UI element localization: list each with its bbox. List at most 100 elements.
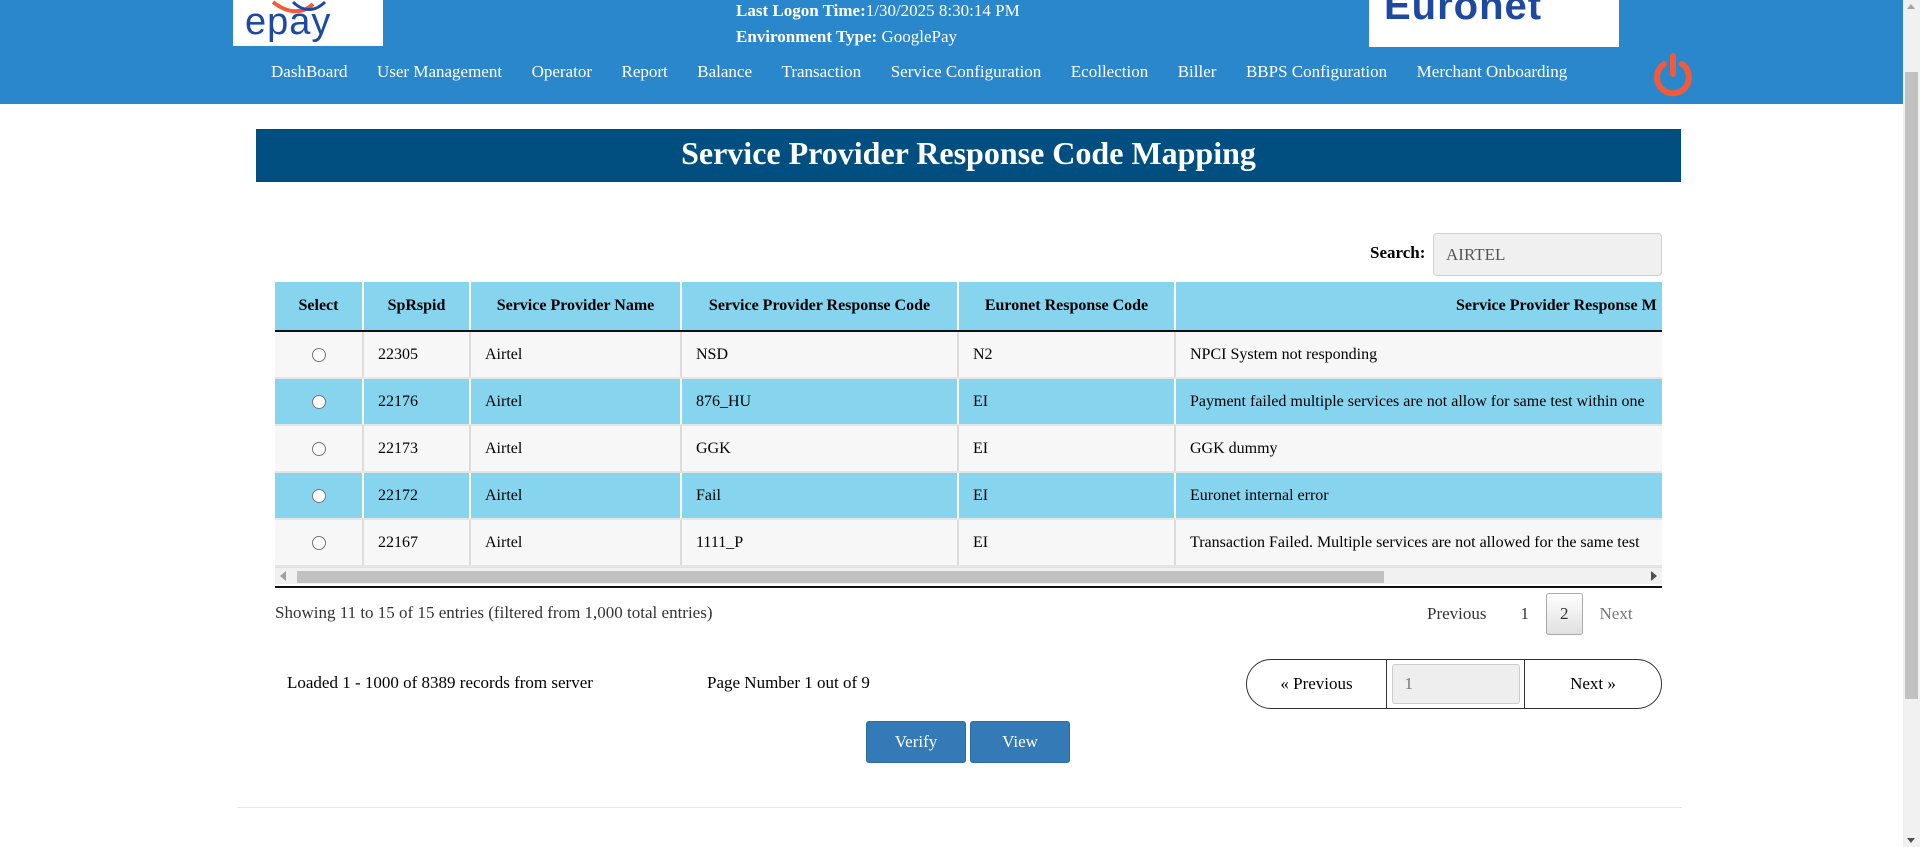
euronet-logo-text: Euronet [1384,0,1543,28]
power-icon[interactable] [1650,52,1696,98]
provider-name-cell: Airtel [470,378,682,426]
table-horizontal-scrollbar[interactable] [275,567,1662,584]
nav-item-dashboard[interactable]: DashBoard [271,60,347,84]
response-message-cell: Euronet internal error [1175,472,1662,520]
sprspid-cell: 22172 [363,472,471,520]
nav-item-user-management[interactable]: User Management [377,60,502,84]
select-cell [275,378,364,426]
scroll-down-arrow-icon[interactable] [1907,838,1915,843]
top-header: epay Last Logon Time:1/30/2025 8:30:14 P… [0,0,1920,104]
last-logon-value: 1/30/2025 8:30:14 PM [865,1,1020,20]
provider-code-cell: 1111_P [681,519,959,567]
response-message-cell: Payment failed multiple services are not… [1175,378,1662,426]
server-loaded-info: Loaded 1 - 1000 of 8389 records from ser… [287,673,593,692]
table-row: 22172 Airtel Fail EI Euronet internal er… [275,472,1662,520]
server-page-input-wrap [1387,660,1525,708]
column-header-select[interactable]: Select [275,282,364,332]
environment-value: GooglePay [881,27,958,46]
sprspid-cell: 22167 [363,519,471,567]
footer-divider [237,807,1682,808]
row-select-radio[interactable] [311,441,326,456]
pagination-next-button[interactable]: Next [1583,594,1650,634]
server-previous-button[interactable]: « Previous [1247,660,1387,708]
provider-code-cell: NSD [681,331,959,379]
table-row: 22305 Airtel NSD N2 NPCI System not resp… [275,331,1662,379]
server-next-button[interactable]: Next » [1525,660,1661,708]
column-header-service-provider-name[interactable]: Service Provider Name [470,282,682,332]
select-cell [275,519,364,567]
table-pagination: Previous 1 2 Next [1410,593,1650,635]
euronet-logo: Euronet [1369,0,1619,47]
page-title: Service Provider Response Code Mapping [256,129,1681,182]
nav-item-report[interactable]: Report [622,60,668,84]
table-row: 22176 Airtel 876_HU EI Payment failed mu… [275,378,1662,426]
table-bottom-divider [275,586,1662,588]
provider-code-cell: GGK [681,425,959,473]
row-select-radio[interactable] [311,535,326,550]
epay-logo-text: epay [245,1,332,43]
sprspid-cell: 22173 [363,425,471,473]
nav-item-balance[interactable]: Balance [697,60,752,84]
nav-item-service-configuration[interactable]: Service Configuration [891,60,1042,84]
pagination-page-1[interactable]: 1 [1504,594,1547,634]
provider-code-cell: 876_HU [681,378,959,426]
nav-item-operator[interactable]: Operator [532,60,592,84]
sprspid-cell: 22176 [363,378,471,426]
column-header-sprspid[interactable]: SpRspid [363,282,471,332]
scroll-left-arrow-icon[interactable] [280,571,286,581]
last-logon-label: Last Logon Time: [736,1,866,20]
environment-label: Environment Type: [736,27,878,46]
provider-name-cell: Airtel [470,519,682,567]
response-code-table-container: Select SpRspid Service Provider Name Ser… [275,282,1662,586]
euronet-code-cell: N2 [958,331,1176,379]
response-message-cell: Transaction Failed. Multiple services ar… [1175,519,1662,567]
column-header-euronet-response-code[interactable]: Euronet Response Code [958,282,1176,332]
column-header-service-provider-response-code[interactable]: Service Provider Response Code [681,282,959,332]
provider-code-cell: Fail [681,472,959,520]
page-vertical-scrollbar[interactable] [1903,0,1920,847]
table-row: 22167 Airtel 1111_P EI Transaction Faile… [275,519,1662,567]
response-message-cell: GGK dummy [1175,425,1662,473]
provider-name-cell: Airtel [470,331,682,379]
scroll-right-arrow-icon[interactable] [1651,571,1657,581]
nav-item-bbps-configuration[interactable]: BBPS Configuration [1246,60,1387,84]
select-cell [275,331,364,379]
epay-logo: epay [233,0,383,46]
sprspid-cell: 22305 [363,331,471,379]
nav-item-merchant-onboarding[interactable]: Merchant Onboarding [1417,60,1568,84]
table-row: 22173 Airtel GGK EI GGK dummy [275,425,1662,473]
row-select-radio[interactable] [311,394,326,409]
search-label: Search: [1370,243,1426,262]
euronet-code-cell: EI [958,472,1176,520]
euronet-code-cell: EI [958,425,1176,473]
main-nav: DashBoard User Management Operator Repor… [271,60,1597,84]
response-code-table: Select SpRspid Service Provider Name Ser… [275,282,1662,567]
server-page-input[interactable] [1391,664,1520,704]
nav-item-ecollection[interactable]: Ecollection [1071,60,1148,84]
verify-button[interactable]: Verify [866,721,966,763]
nav-item-biller[interactable]: Biller [1178,60,1217,84]
row-select-radio[interactable] [311,488,326,503]
scroll-up-arrow-icon[interactable] [1907,4,1915,9]
row-select-radio[interactable] [311,347,326,362]
server-pager: « Previous Next » [1246,659,1662,709]
table-header-row: Select SpRspid Service Provider Name Ser… [275,282,1662,332]
view-button[interactable]: View [970,721,1070,763]
vertical-scroll-thumb[interactable] [1905,72,1918,699]
euronet-code-cell: EI [958,378,1176,426]
column-header-service-provider-response-message[interactable]: Service Provider Response M [1175,282,1662,332]
provider-name-cell: Airtel [470,425,682,473]
entries-info: Showing 11 to 15 of 15 entries (filtered… [275,603,713,622]
session-info: Last Logon Time:1/30/2025 8:30:14 PM Env… [736,0,1020,50]
provider-name-cell: Airtel [470,472,682,520]
search-input[interactable] [1433,233,1662,276]
response-message-cell: NPCI System not responding [1175,331,1662,379]
select-cell [275,425,364,473]
pagination-page-2[interactable]: 2 [1546,593,1583,635]
nav-item-transaction[interactable]: Transaction [782,60,862,84]
pagination-previous-button[interactable]: Previous [1410,594,1504,634]
select-cell [275,472,364,520]
server-page-number-info: Page Number 1 out of 9 [707,673,870,692]
euronet-code-cell: EI [958,519,1176,567]
horizontal-scroll-thumb[interactable] [297,571,1384,583]
